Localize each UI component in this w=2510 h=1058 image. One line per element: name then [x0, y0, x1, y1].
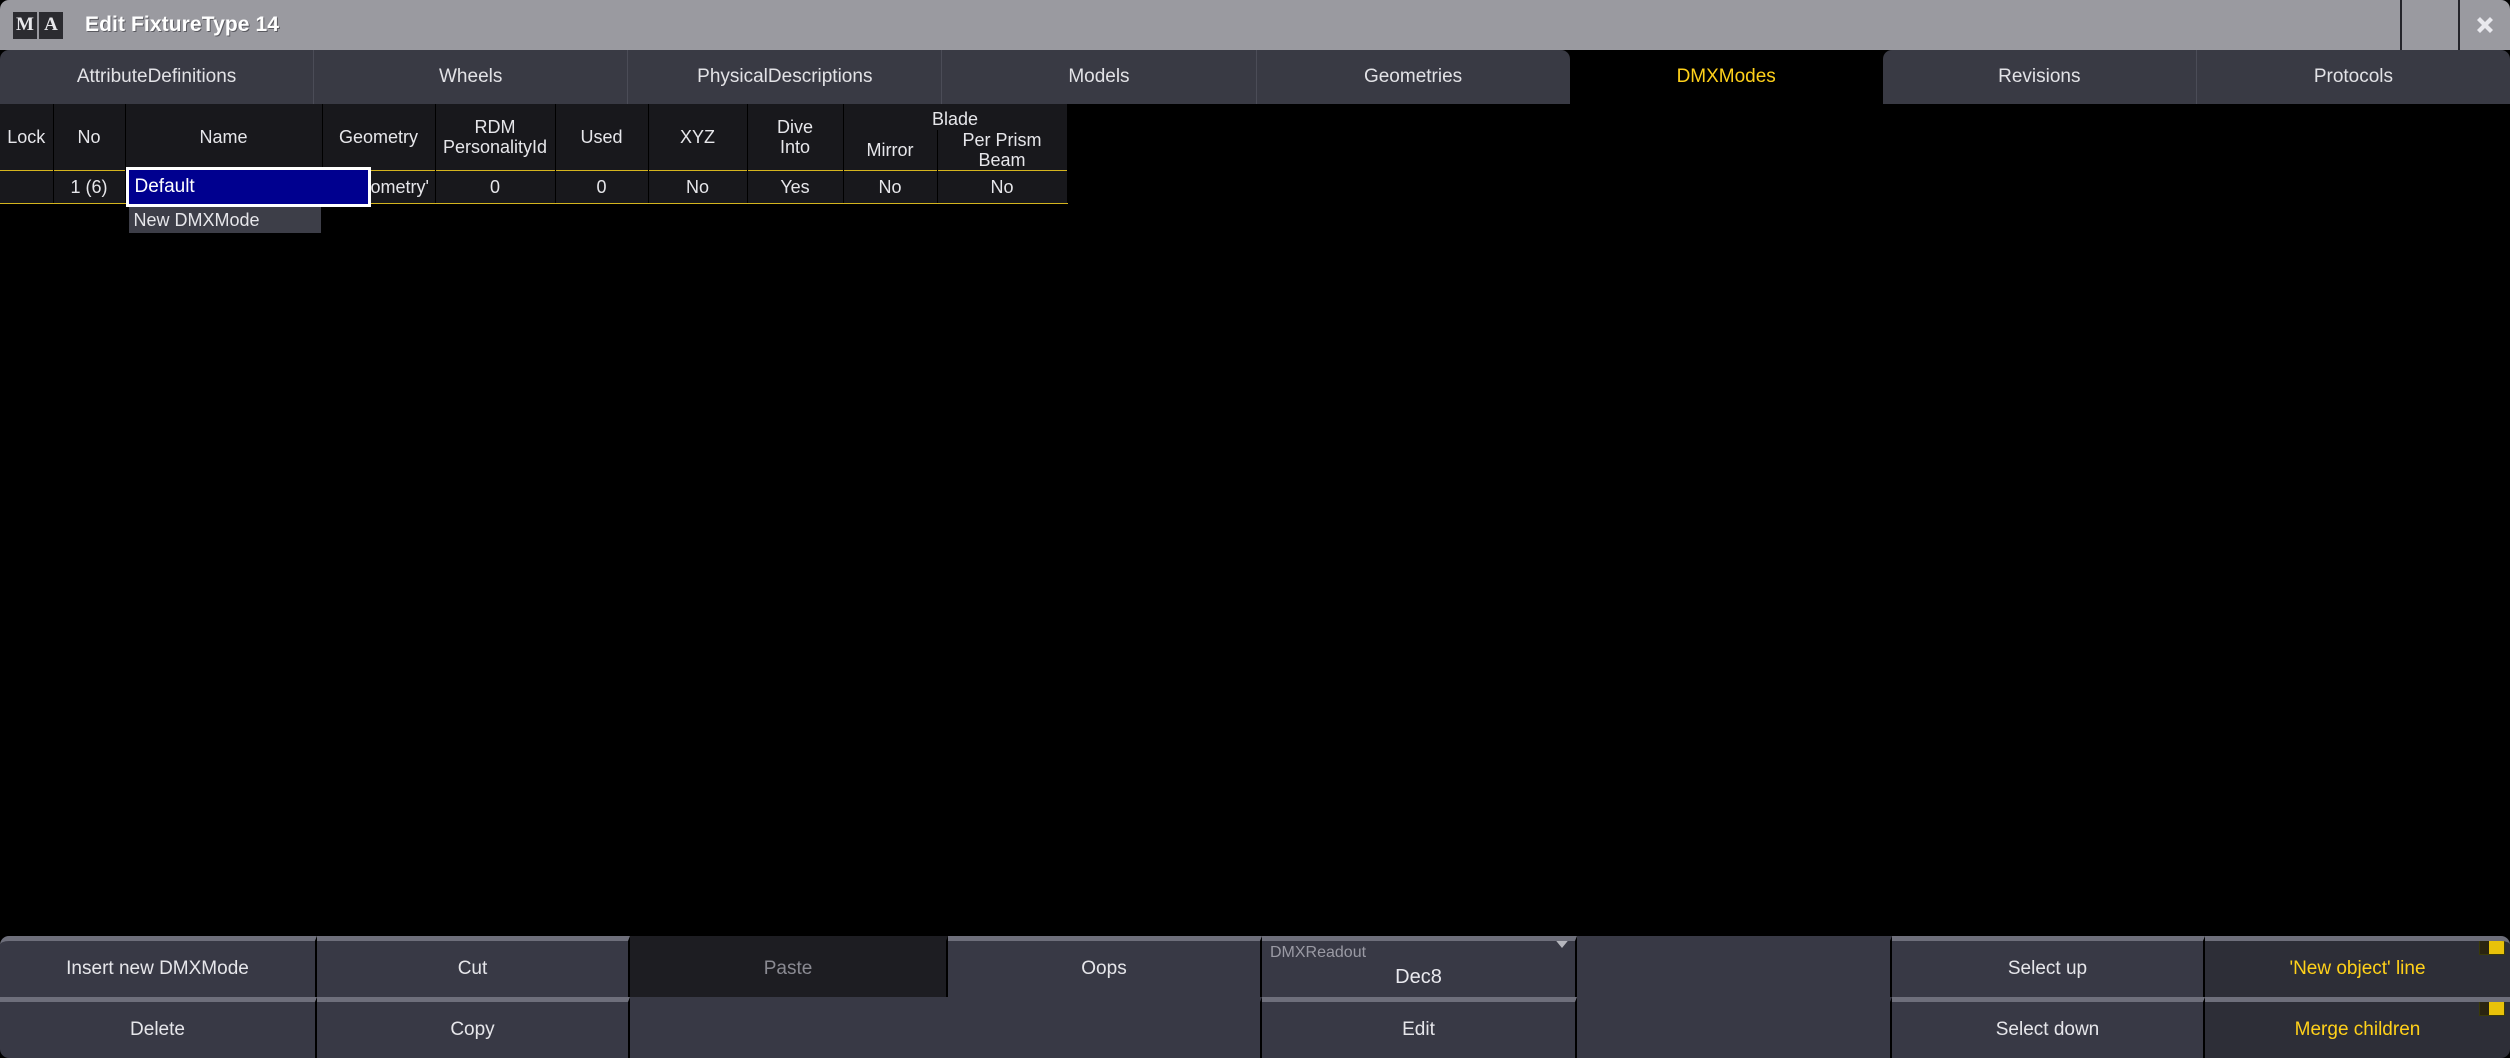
toolbar-button-label: Oops [1081, 958, 1126, 980]
toolbar-button-paste: Paste [630, 936, 948, 997]
toolbar-button-label: Edit [1402, 1019, 1435, 1041]
col-header-no[interactable]: No [53, 104, 125, 171]
titlebar-spacer [2400, 0, 2458, 50]
tab-dmxmodes[interactable]: DMXModes [1570, 50, 1883, 104]
tab-label: PhysicalDescriptions [697, 66, 872, 88]
chevron-down-icon [1553, 937, 1571, 948]
titlebar-controls [2400, 0, 2510, 50]
tab-revisions[interactable]: Revisions [1883, 50, 2197, 104]
col-header-rdm-line2: PersonalityId [436, 137, 555, 157]
tab-label: Geometries [1364, 66, 1462, 88]
cell-name[interactable]: Default New DMXMode [125, 171, 322, 204]
toolbar-button-label: Delete [130, 1019, 185, 1041]
toolbar-button-label: Copy [450, 1019, 494, 1041]
col-header-blade-mirror[interactable]: Mirror [843, 130, 937, 171]
dmxmodes-table-container: Lock No Name Geometry RDM PersonalityId … [0, 104, 1068, 204]
toolbar-button-label: Select up [2008, 958, 2087, 980]
col-header-dive-into[interactable]: Dive Into [747, 104, 843, 171]
tab-label: Wheels [439, 66, 502, 88]
col-header-geometry[interactable]: Geometry [322, 104, 435, 171]
tab-models[interactable]: Models [942, 50, 1256, 104]
col-header-used[interactable]: Used [555, 104, 648, 171]
bottom-toolbar: Insert new DMXMode Cut Paste Oops DMXReadout… [0, 936, 2510, 1058]
toolbar-button-insert-new-dmxmode[interactable]: Insert new DMXMode [0, 936, 317, 997]
toolbar-button-label: Insert new DMXMode [66, 958, 249, 980]
col-header-rdm-line1: RDM [436, 117, 555, 137]
toolbar-button-label: Merge children [2295, 1019, 2421, 1041]
toolbar-empty-slot [1577, 997, 1892, 1058]
cell-blade-mirror[interactable]: No [843, 171, 937, 204]
toolbar-empty-slot [1577, 936, 1892, 997]
col-header-dive-line2: Into [748, 137, 843, 157]
cell-no[interactable]: 1 (6) [53, 171, 125, 204]
cell-used[interactable]: 0 [555, 171, 648, 204]
col-header-dive-line1: Dive [748, 117, 843, 137]
name-autocomplete-option[interactable]: New DMXMode [129, 207, 321, 233]
col-header-xyz[interactable]: XYZ [648, 104, 747, 171]
cell-lock[interactable] [0, 171, 53, 204]
tab-protocols[interactable]: Protocols [2197, 50, 2510, 104]
col-header-rdm-personality-id[interactable]: RDM PersonalityId [435, 104, 555, 171]
table-row[interactable]: 1 (6) Default New DMXMode 1 'Geometry' 0… [0, 171, 1067, 204]
toolbar-button-select-down[interactable]: Select down [1892, 997, 2205, 1058]
col-header-lock[interactable]: Lock [0, 104, 53, 171]
tab-attributedefinitions[interactable]: AttributeDefinitions [0, 50, 314, 104]
toolbar-row-2: Delete Copy Edit Select down Merge children [0, 997, 2510, 1058]
cell-xyz[interactable]: No [648, 171, 747, 204]
toolbar-button-select-up[interactable]: Select up [1892, 936, 2205, 997]
tab-geometries[interactable]: Geometries [1257, 50, 1570, 104]
name-edit-field[interactable]: Default [126, 167, 371, 207]
toolbar-button-label: Select down [1996, 1019, 2100, 1041]
tab-label: Protocols [2314, 66, 2393, 88]
toolbar-button-delete[interactable]: Delete [0, 997, 317, 1058]
col-group-header-blade: Blade [843, 104, 1067, 130]
tab-label: Revisions [1998, 66, 2080, 88]
cell-blade-per-prism-beam[interactable]: No [937, 171, 1067, 204]
dmxreadout-select[interactable]: DMXReadout Dec8 [1262, 936, 1577, 997]
logo-letter-m: M [13, 12, 37, 39]
toolbar-button-oops[interactable]: Oops [948, 936, 1262, 997]
cell-rdm-personality-id[interactable]: 0 [435, 171, 555, 204]
cell-dive-into[interactable]: Yes [747, 171, 843, 204]
tab-label: Models [1068, 66, 1129, 88]
toolbar-button-merge-children[interactable]: Merge children [2205, 997, 2510, 1058]
tab-physicaldescriptions[interactable]: PhysicalDescriptions [628, 50, 942, 104]
dmxmodes-table: Lock No Name Geometry RDM PersonalityId … [0, 104, 1068, 204]
tab-label: DMXModes [1677, 66, 1776, 88]
window-titlebar: M A Edit FixtureType 14 [0, 0, 2510, 50]
window-title: Edit FixtureType 14 [85, 13, 279, 37]
table-body: 1 (6) Default New DMXMode 1 'Geometry' 0… [0, 171, 1067, 204]
logo-letter-a: A [39, 12, 63, 39]
dmxreadout-value: Dec8 [1262, 966, 1575, 989]
ma-logo: M A [13, 12, 63, 39]
toolbar-empty-slot [630, 997, 1262, 1058]
status-led-indicator [2479, 999, 2505, 1016]
dmxreadout-label: DMXReadout [1262, 941, 1575, 962]
close-button[interactable] [2458, 0, 2510, 50]
status-led-indicator [2479, 938, 2505, 955]
tab-wheels[interactable]: Wheels [314, 50, 628, 104]
tab-bar: AttributeDefinitions Wheels PhysicalDescri… [0, 50, 2510, 104]
toolbar-button-cut[interactable]: Cut [317, 936, 630, 997]
toolbar-row-1: Insert new DMXMode Cut Paste Oops DMXReadout… [0, 936, 2510, 997]
toolbar-button-new-object-line[interactable]: 'New object' line [2205, 936, 2510, 997]
close-icon [2470, 10, 2500, 40]
toolbar-button-label: 'New object' line [2289, 958, 2425, 980]
table-header: Lock No Name Geometry RDM PersonalityId … [0, 104, 1067, 171]
toolbar-button-edit[interactable]: Edit [1262, 997, 1577, 1058]
col-header-blade-per-prism-beam[interactable]: Per Prism Beam [937, 130, 1067, 171]
toolbar-button-label: Paste [764, 958, 813, 980]
toolbar-button-copy[interactable]: Copy [317, 997, 630, 1058]
tab-label: AttributeDefinitions [77, 66, 236, 88]
col-header-name[interactable]: Name [125, 104, 322, 171]
toolbar-button-label: Cut [458, 958, 488, 980]
